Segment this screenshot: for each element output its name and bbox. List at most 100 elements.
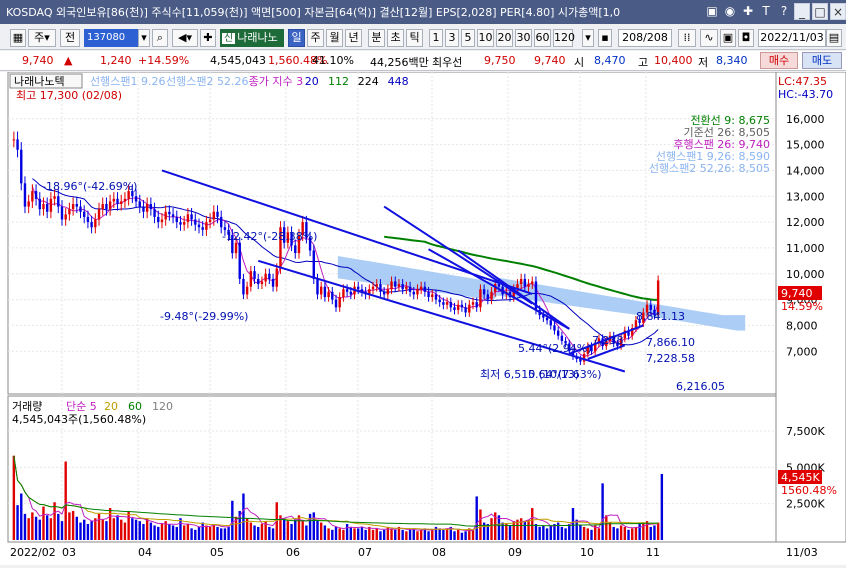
- period-button-5[interactable]: 초: [387, 29, 404, 47]
- volume-bar: [286, 521, 290, 540]
- turnover-rate: 41.10%: [312, 54, 354, 67]
- candle-body: [264, 273, 267, 282]
- trend-annotation: -9.48°(-29.99%): [160, 310, 248, 323]
- candle-body: [34, 191, 38, 199]
- volume-bar: [505, 524, 508, 540]
- search-icon[interactable]: ⌕: [152, 29, 168, 47]
- volume-bar: [53, 502, 56, 540]
- draw-icon[interactable]: ∿: [700, 29, 718, 47]
- candle-body: [468, 304, 471, 313]
- price-tick-label: 14,000: [786, 164, 825, 177]
- grid-view-icon[interactable]: ⁞⁞: [678, 29, 696, 47]
- candle-body: [397, 284, 401, 287]
- candle-body: [49, 198, 53, 212]
- volume-legend-item: 120: [152, 400, 173, 413]
- new-window-icon[interactable]: ✚: [200, 29, 216, 47]
- volume-bar: [586, 528, 589, 540]
- interval-button-10[interactable]: 10: [477, 29, 494, 47]
- period-button-0[interactable]: 일: [288, 29, 305, 47]
- interval-button-60[interactable]: 60: [534, 29, 551, 47]
- period-button-4[interactable]: 분: [368, 29, 385, 47]
- candle-body: [157, 216, 160, 223]
- pin-icon[interactable]: ✚: [740, 3, 756, 20]
- stock-code-input[interactable]: 137080: [84, 29, 138, 47]
- all-button[interactable]: 전: [60, 29, 80, 47]
- stock-chart[interactable]: 7,000 8,000 9,000 10,000 11,000 12,000 13,000 1…: [0, 71, 846, 565]
- interval-button-30[interactable]: 30: [515, 29, 532, 47]
- sell-button[interactable]: 매도: [802, 52, 842, 69]
- candle-body: [379, 284, 382, 292]
- candle-body: [38, 198, 41, 210]
- candle-body: [120, 201, 123, 204]
- volume-bar: [112, 518, 116, 540]
- camera-icon[interactable]: ◘: [738, 29, 754, 47]
- period-button-6[interactable]: 틱: [406, 29, 423, 47]
- interval-dropdown-icon[interactable]: ▾: [582, 29, 594, 47]
- volume-bar: [27, 518, 30, 540]
- interval-button-5[interactable]: 5: [461, 29, 475, 47]
- close-icon[interactable]: ×: [830, 3, 846, 20]
- period-button-3[interactable]: 년: [345, 29, 362, 47]
- volume-bar: [331, 529, 334, 540]
- interval-button-1[interactable]: 1: [429, 29, 443, 47]
- candle-body: [523, 278, 527, 287]
- candle-body: [319, 286, 323, 295]
- volume-bar: [394, 529, 397, 540]
- volume-bar: [131, 518, 134, 540]
- volume-title: 거래량: [12, 400, 42, 413]
- candle-body: [479, 289, 482, 308]
- maximize-icon[interactable]: □: [812, 3, 828, 20]
- code-dropdown-icon[interactable]: ▾: [138, 29, 150, 47]
- interval-button-120[interactable]: 120: [553, 29, 575, 47]
- interval-button-20[interactable]: 20: [496, 29, 513, 47]
- candle-body: [212, 211, 216, 220]
- save-icon[interactable]: ▣: [720, 29, 736, 47]
- candle-body: [453, 307, 456, 310]
- settings-icon[interactable]: ▪: [598, 29, 612, 47]
- volume-bar: [645, 521, 649, 540]
- help-icon[interactable]: ◉: [722, 3, 738, 20]
- interval-button-3[interactable]: 3: [445, 29, 459, 47]
- question-icon[interactable]: ?: [776, 3, 792, 20]
- best-sell-price: 9,750: [484, 54, 516, 67]
- candle-body: [105, 204, 108, 210]
- market-select[interactable]: 주▾: [28, 29, 56, 47]
- candle-body: [249, 271, 253, 287]
- data-count-field[interactable]: 208/208: [618, 29, 672, 47]
- volume-bar: [623, 526, 627, 540]
- date-tick-label: 04: [138, 546, 152, 559]
- candle-body: [182, 222, 186, 225]
- legend-item: 종가 지수 3: [249, 75, 303, 88]
- grid-icon[interactable]: ▦: [10, 29, 26, 47]
- trend-annotation: -18.96°(-42.69%): [42, 180, 137, 193]
- font-icon[interactable]: T: [758, 3, 774, 20]
- volume-bar: [527, 519, 530, 540]
- legend-item: 선행스팬1 9.26: [90, 75, 165, 88]
- volume-bar: [631, 528, 634, 540]
- chart-canvas[interactable]: 7,0008,0009,00010,00011,00012,00013,0001…: [0, 71, 846, 565]
- legend-item: 224: [358, 75, 379, 88]
- candle-body: [460, 304, 464, 308]
- minimize-icon[interactable]: _: [794, 3, 810, 20]
- speaker-icon[interactable]: ◀▾: [172, 29, 198, 47]
- date-field[interactable]: 2022/11/03: [758, 29, 826, 47]
- volume-bar: [456, 529, 460, 540]
- candle-body: [260, 281, 264, 285]
- date-tick-label: 11/03: [786, 546, 818, 559]
- period-button-2[interactable]: 월: [326, 29, 343, 47]
- volume-bar: [305, 525, 308, 540]
- volume-legend-item: 20: [104, 400, 118, 413]
- candle-body: [71, 204, 75, 210]
- volume-bar: [49, 518, 53, 540]
- volume-bar: [123, 522, 127, 540]
- period-button-1[interactable]: 주: [307, 29, 324, 47]
- volume-bar: [205, 525, 208, 540]
- candle-body: [53, 196, 56, 199]
- volume-bar: [220, 528, 223, 540]
- buy-button[interactable]: 매수: [760, 52, 798, 69]
- lock-icon[interactable]: ▣: [704, 3, 720, 20]
- date-tick-label: 2022/02: [10, 546, 56, 559]
- volume-bar: [390, 528, 393, 540]
- calendar-icon[interactable]: ▤: [826, 29, 842, 47]
- candle-body: [482, 289, 486, 295]
